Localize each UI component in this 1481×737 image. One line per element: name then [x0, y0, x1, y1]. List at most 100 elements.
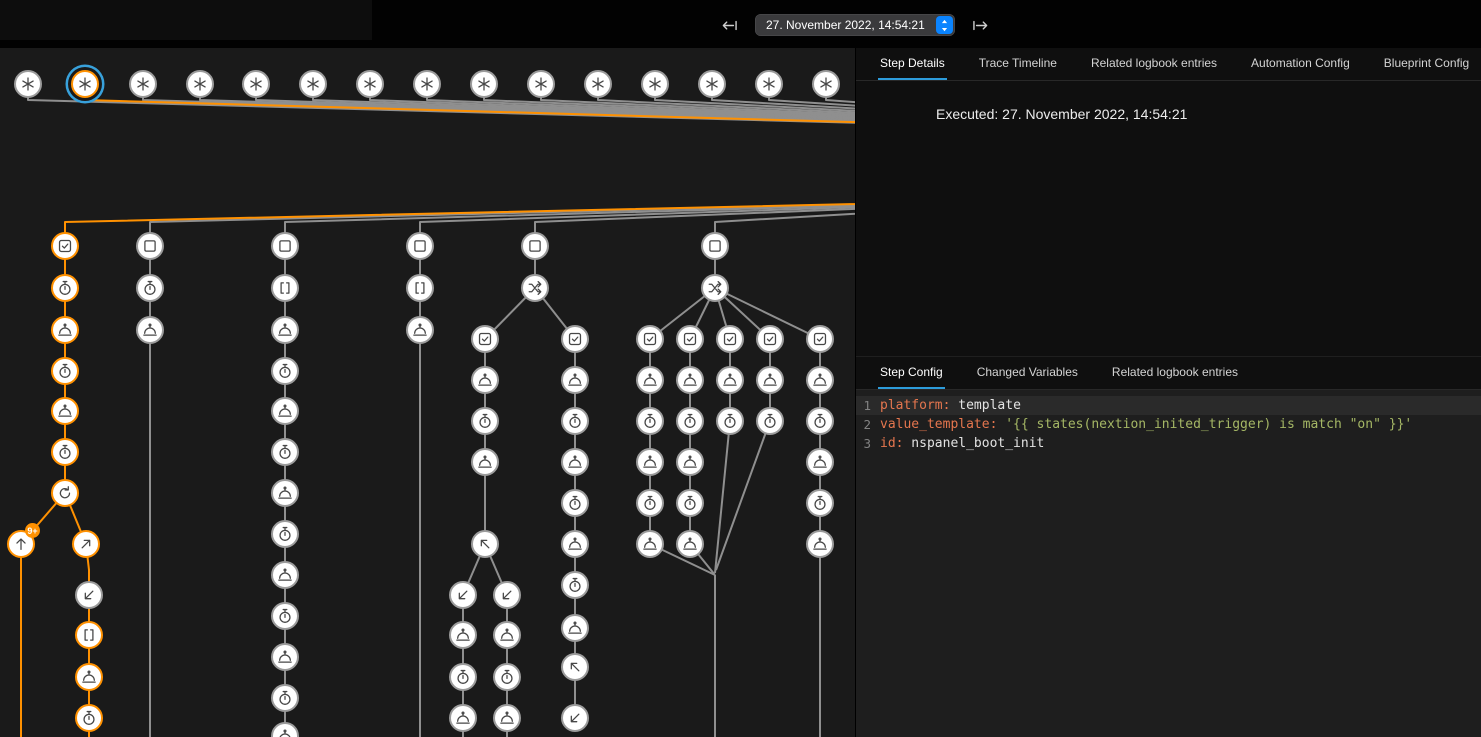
- graph-node-trigger[interactable]: [755, 70, 783, 98]
- graph-node-trigger[interactable]: [356, 70, 384, 98]
- graph-node-service[interactable]: [636, 366, 664, 394]
- graph-node-timer[interactable]: [136, 274, 164, 302]
- graph-node-downleft[interactable]: [75, 581, 103, 609]
- graph-node-cond[interactable]: [716, 325, 744, 353]
- trace-select[interactable]: 27. November 2022, 14:54:21: [755, 14, 955, 36]
- config-tab-step-config[interactable]: Step Config: [878, 357, 945, 389]
- graph-node-upright[interactable]: [72, 530, 100, 558]
- graph-node-trigger[interactable]: [641, 70, 669, 98]
- graph-node-upleft[interactable]: [471, 530, 499, 558]
- graph-node-service[interactable]: [271, 561, 299, 589]
- graph-node-cond[interactable]: [756, 325, 784, 353]
- graph-node-trigger[interactable]: [470, 70, 498, 98]
- graph-node-service[interactable]: [636, 448, 664, 476]
- graph-node-service[interactable]: [136, 316, 164, 344]
- graph-node-service[interactable]: [271, 479, 299, 507]
- graph-node-timer[interactable]: [676, 489, 704, 517]
- graph-node-service[interactable]: [676, 366, 704, 394]
- graph-node-repeat[interactable]: [51, 479, 79, 507]
- graph-node-timer[interactable]: [806, 407, 834, 435]
- graph-node-service[interactable]: [471, 448, 499, 476]
- graph-node-state[interactable]: [701, 232, 729, 260]
- graph-node-timer[interactable]: [271, 520, 299, 548]
- graph-node-trigger[interactable]: [413, 70, 441, 98]
- graph-node-timer[interactable]: [271, 438, 299, 466]
- graph-node-downleft[interactable]: [493, 581, 521, 609]
- graph-node-cond[interactable]: [636, 325, 664, 353]
- details-tab-automation-config[interactable]: Automation Config: [1249, 48, 1352, 80]
- graph-node-timer[interactable]: [51, 274, 79, 302]
- graph-node-timer[interactable]: [561, 489, 589, 517]
- details-tab-trace-timeline[interactable]: Trace Timeline: [977, 48, 1059, 80]
- graph-node-timer[interactable]: [449, 663, 477, 691]
- graph-node-trigger[interactable]: [71, 70, 99, 98]
- graph-node-service[interactable]: [449, 704, 477, 732]
- graph-node-service[interactable]: [449, 621, 477, 649]
- graph-node-timer[interactable]: [756, 407, 784, 435]
- graph-node-timer[interactable]: [51, 357, 79, 385]
- config-tab-changed-variables[interactable]: Changed Variables: [975, 357, 1080, 389]
- graph-node-upleft[interactable]: [561, 653, 589, 681]
- graph-node-trigger[interactable]: [129, 70, 157, 98]
- graph-node-trigger[interactable]: [812, 70, 840, 98]
- graph-node-service[interactable]: [806, 530, 834, 558]
- graph-node-downleft[interactable]: [561, 704, 589, 732]
- graph-node-up[interactable]: 9+: [7, 530, 35, 558]
- graph-node-service[interactable]: [636, 530, 664, 558]
- graph-node-service[interactable]: [561, 530, 589, 558]
- graph-node-service[interactable]: [493, 621, 521, 649]
- graph-node-downleft[interactable]: [449, 581, 477, 609]
- graph-node-service[interactable]: [51, 397, 79, 425]
- graph-node-brackets[interactable]: [271, 274, 299, 302]
- graph-node-timer[interactable]: [271, 684, 299, 712]
- details-tab-step-details[interactable]: Step Details: [878, 48, 947, 80]
- graph-node-timer[interactable]: [636, 407, 664, 435]
- graph-node-service[interactable]: [756, 366, 784, 394]
- graph-node-cond[interactable]: [561, 325, 589, 353]
- graph-node-service[interactable]: [271, 316, 299, 344]
- graph-node-timer[interactable]: [561, 571, 589, 599]
- graph-node-timer[interactable]: [716, 407, 744, 435]
- graph-node-service[interactable]: [51, 316, 79, 344]
- graph-node-service[interactable]: [806, 366, 834, 394]
- graph-node-timer[interactable]: [806, 489, 834, 517]
- graph-node-brackets[interactable]: [75, 621, 103, 649]
- graph-node-service[interactable]: [271, 643, 299, 671]
- graph-node-service[interactable]: [676, 530, 704, 558]
- graph-node-trigger[interactable]: [299, 70, 327, 98]
- graph-node-timer[interactable]: [561, 407, 589, 435]
- graph-node-timer[interactable]: [51, 438, 79, 466]
- graph-node-service[interactable]: [561, 448, 589, 476]
- graph-node-state[interactable]: [136, 232, 164, 260]
- details-tab-blueprint-config[interactable]: Blueprint Config: [1382, 48, 1471, 80]
- graph-node-trigger[interactable]: [14, 70, 42, 98]
- graph-node-cond[interactable]: [806, 325, 834, 353]
- graph-node-timer[interactable]: [75, 704, 103, 732]
- graph-node-service[interactable]: [493, 704, 521, 732]
- graph-node-brackets[interactable]: [406, 274, 434, 302]
- graph-node-service[interactable]: [271, 397, 299, 425]
- graph-node-parallel[interactable]: [701, 274, 729, 302]
- config-tab-related-logbook-entries[interactable]: Related logbook entries: [1110, 357, 1240, 389]
- graph-node-trigger[interactable]: [186, 70, 214, 98]
- previous-trace-button[interactable]: [716, 13, 742, 37]
- graph-node-service[interactable]: [561, 366, 589, 394]
- graph-node-service[interactable]: [716, 366, 744, 394]
- graph-node-service[interactable]: [561, 614, 589, 642]
- graph-node-timer[interactable]: [636, 489, 664, 517]
- graph-node-parallel[interactable]: [521, 274, 549, 302]
- graph-node-service[interactable]: [75, 663, 103, 691]
- details-tab-related-logbook-entries[interactable]: Related logbook entries: [1089, 48, 1219, 80]
- graph-node-cond[interactable]: [51, 232, 79, 260]
- graph-node-trigger[interactable]: [527, 70, 555, 98]
- graph-node-service[interactable]: [471, 366, 499, 394]
- graph-node-trigger[interactable]: [698, 70, 726, 98]
- graph-node-timer[interactable]: [676, 407, 704, 435]
- graph-node-timer[interactable]: [271, 602, 299, 630]
- graph-node-service[interactable]: [676, 448, 704, 476]
- graph-node-trigger[interactable]: [584, 70, 612, 98]
- graph-node-cond[interactable]: [471, 325, 499, 353]
- graph-node-cond[interactable]: [676, 325, 704, 353]
- graph-node-service[interactable]: [806, 448, 834, 476]
- graph-node-state[interactable]: [521, 232, 549, 260]
